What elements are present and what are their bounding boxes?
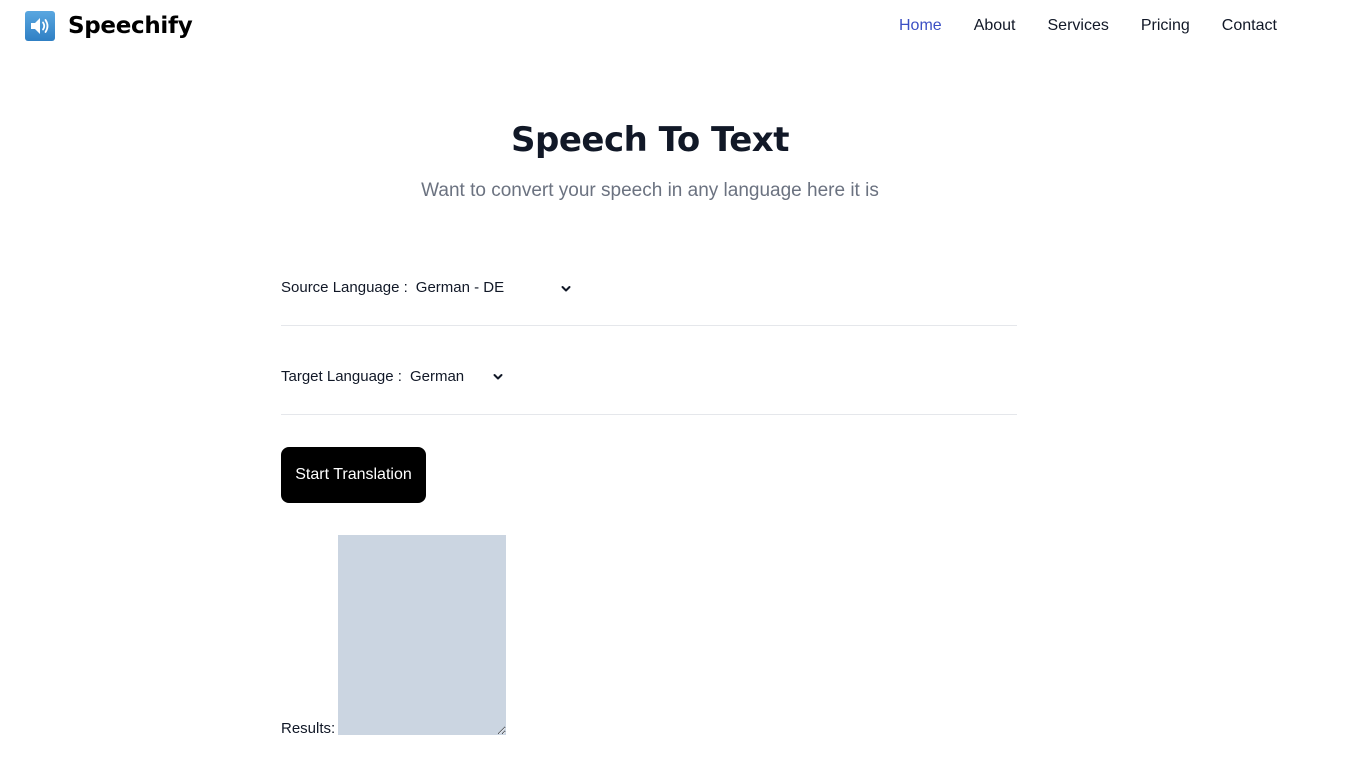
target-language-row: Target Language : German: [281, 326, 1017, 415]
page-title: Speech To Text: [511, 120, 789, 160]
nav-contact[interactable]: Contact: [1222, 17, 1277, 35]
nav-home[interactable]: Home: [899, 17, 942, 35]
target-language-label: Target Language :: [281, 367, 402, 385]
start-translation-button[interactable]: Start Translation: [281, 447, 426, 503]
results-textarea[interactable]: [338, 535, 506, 735]
results-label: Results:: [281, 720, 336, 737]
page-subtitle: Want to convert your speech in any langu…: [421, 180, 879, 201]
site-header: Speechify Home About Services Pricing Co…: [0, 0, 1358, 54]
brand[interactable]: Speechify: [25, 10, 193, 42]
chevron-down-icon: [492, 370, 504, 382]
chevron-down-icon: [560, 282, 572, 294]
nav-pricing[interactable]: Pricing: [1141, 17, 1190, 35]
target-language-value: German: [409, 367, 465, 385]
main-nav: Home About Services Pricing Contact: [899, 16, 1309, 36]
translation-form: Source Language : German - DE Target Lan…: [281, 250, 1017, 415]
nav-services[interactable]: Services: [1048, 17, 1109, 35]
nav-about[interactable]: About: [974, 17, 1016, 35]
source-language-label: Source Language :: [281, 279, 408, 296]
speaker-icon: [25, 11, 55, 41]
target-language-select[interactable]: German: [410, 368, 504, 385]
source-language-value: German - DE: [415, 279, 505, 296]
brand-name: Speechify: [68, 13, 193, 39]
source-language-select[interactable]: German - DE: [416, 279, 572, 296]
source-language-row: Source Language : German - DE: [281, 250, 1017, 326]
